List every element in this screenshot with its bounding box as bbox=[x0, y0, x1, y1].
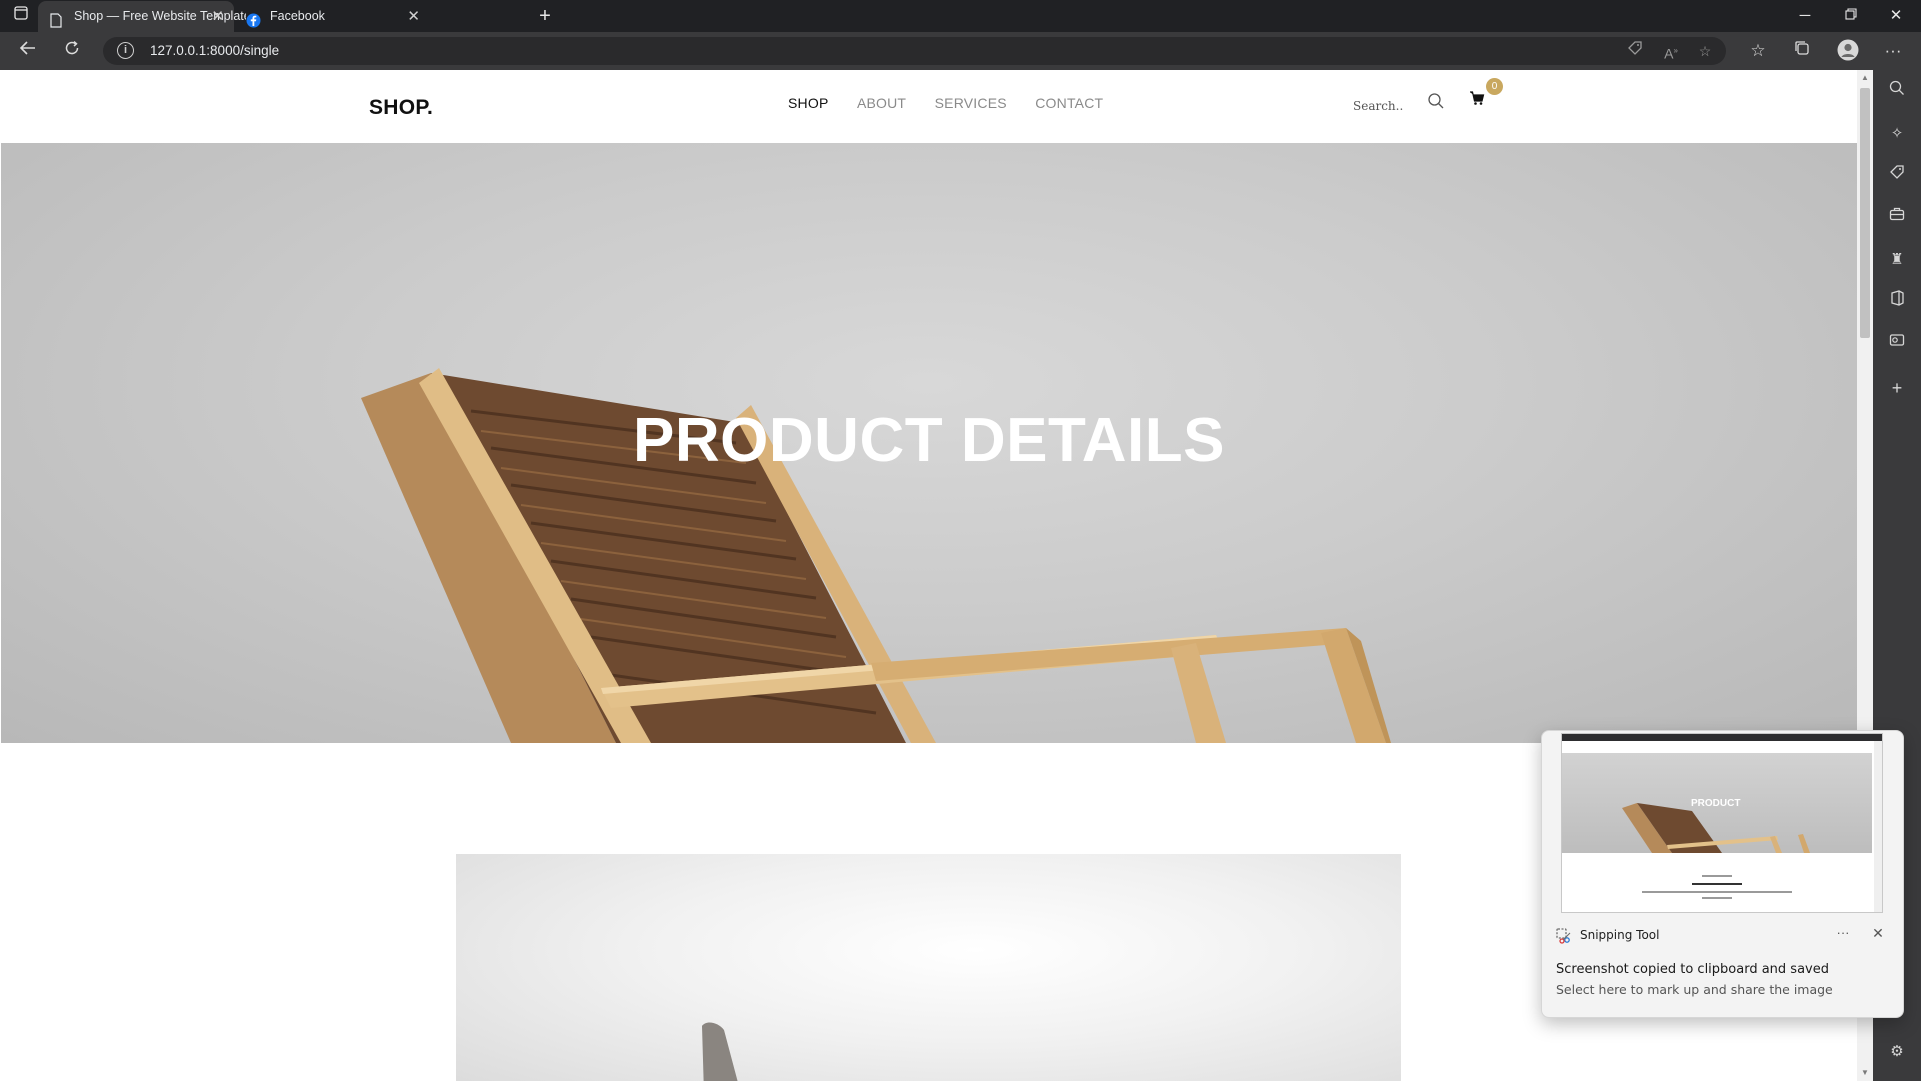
toast-message: Screenshot copied to clipboard and saved bbox=[1556, 962, 1829, 977]
browser-window: Shop — Free Website Template, ✕ Facebook… bbox=[0, 0, 1921, 1081]
refresh-icon[interactable] bbox=[58, 39, 86, 63]
thumbnail-text-line bbox=[1692, 883, 1742, 885]
more-icon[interactable]: ··· bbox=[1879, 39, 1907, 63]
office-icon[interactable] bbox=[1885, 290, 1909, 314]
screenshot-thumbnail[interactable]: PRODUCT bbox=[1561, 733, 1883, 913]
scroll-down-icon[interactable]: ▼ bbox=[1857, 1065, 1873, 1081]
minimize-icon[interactable]: ─ bbox=[1788, 4, 1822, 28]
games-icon[interactable]: ♜ bbox=[1885, 248, 1909, 272]
tab-actions-icon[interactable] bbox=[4, 4, 38, 28]
search-input[interactable] bbox=[1353, 96, 1433, 116]
main-nav: SHOP ABOUT SERVICES CONTACT bbox=[788, 95, 1127, 115]
new-tab-button[interactable]: + bbox=[528, 4, 562, 28]
nav-shop[interactable]: SHOP bbox=[788, 95, 828, 111]
close-icon[interactable]: ✕ bbox=[211, 1, 224, 32]
shopping-icon[interactable] bbox=[1623, 40, 1647, 62]
favorite-icon[interactable]: ☆ bbox=[1693, 40, 1717, 62]
sparkle-icon[interactable]: ✧ bbox=[1885, 122, 1909, 146]
favorites-icon[interactable]: ☆ bbox=[1744, 39, 1772, 63]
nav-about[interactable]: ABOUT bbox=[857, 95, 906, 111]
toast-more-button[interactable]: ··· bbox=[1832, 925, 1854, 945]
site-header: SHOP. SHOP ABOUT SERVICES CONTACT 0 bbox=[1, 70, 1857, 143]
search-icon[interactable] bbox=[1427, 92, 1449, 114]
thumbnail-scrollbar bbox=[1874, 741, 1882, 912]
thumbnail-title: PRODUCT bbox=[1691, 798, 1741, 809]
url-text[interactable]: 127.0.0.1:8000/single bbox=[150, 37, 279, 65]
hero-title: PRODUCT DETAILS bbox=[633, 406, 1225, 475]
tag-icon[interactable] bbox=[1885, 164, 1909, 188]
thumbnail-browser-bar bbox=[1562, 734, 1882, 741]
briefcase-icon[interactable] bbox=[1885, 206, 1909, 230]
tab-strip: Shop — Free Website Template, ✕ Facebook… bbox=[0, 0, 1921, 32]
page-icon bbox=[50, 9, 64, 28]
close-icon[interactable]: ✕ bbox=[407, 1, 420, 32]
profile-icon[interactable] bbox=[1834, 39, 1862, 63]
window-close-icon[interactable]: ✕ bbox=[1879, 4, 1913, 28]
thumbnail-text-line bbox=[1702, 897, 1732, 899]
read-aloud-icon[interactable]: A» bbox=[1659, 40, 1683, 62]
cart-count-badge: 0 bbox=[1486, 78, 1503, 95]
nav-contact[interactable]: CONTACT bbox=[1035, 95, 1103, 111]
tab-facebook[interactable]: Facebook ✕ bbox=[234, 1, 430, 32]
tab-shop[interactable]: Shop — Free Website Template, ✕ bbox=[38, 1, 246, 32]
site-logo[interactable]: SHOP. bbox=[369, 96, 433, 120]
browser-toolbar: i 127.0.0.1:8000/single A» ☆ ☆ ··· bbox=[0, 32, 1921, 70]
info-icon[interactable]: i bbox=[117, 42, 134, 59]
tab-title: Facebook bbox=[270, 9, 325, 23]
snipping-tool-notification[interactable]: PRODUCT Snipping Tool ··· ✕ Screenshot c… bbox=[1541, 730, 1904, 1018]
restore-icon[interactable] bbox=[1834, 4, 1868, 28]
add-icon[interactable]: + bbox=[1885, 376, 1909, 400]
thumbnail-text-line bbox=[1642, 891, 1792, 893]
address-bar[interactable]: i 127.0.0.1:8000/single A» ☆ bbox=[103, 37, 1726, 65]
toast-sub-message: Select here to mark up and share the ima… bbox=[1556, 982, 1833, 997]
search-icon[interactable] bbox=[1885, 80, 1909, 104]
outlook-icon[interactable] bbox=[1885, 332, 1909, 356]
nav-services[interactable]: SERVICES bbox=[935, 95, 1007, 111]
settings-icon[interactable]: ⚙ bbox=[1885, 1040, 1909, 1064]
snipping-tool-icon bbox=[1556, 928, 1572, 944]
facebook-icon bbox=[246, 9, 261, 28]
toast-close-icon[interactable]: ✕ bbox=[1867, 925, 1889, 945]
thumbnail-hero: PRODUCT bbox=[1562, 753, 1872, 853]
collections-icon[interactable] bbox=[1788, 39, 1816, 63]
scrollbar-thumb[interactable] bbox=[1860, 88, 1870, 338]
product-image bbox=[456, 854, 1401, 1081]
hero-banner: PRODUCT DETAILS bbox=[1, 143, 1857, 743]
toast-app-name: Snipping Tool bbox=[1580, 928, 1660, 942]
thumbnail-header bbox=[1562, 741, 1882, 753]
thumbnail-text-line bbox=[1702, 875, 1732, 877]
product-photo bbox=[702, 1022, 738, 1081]
back-icon[interactable] bbox=[14, 39, 42, 63]
scroll-up-icon[interactable]: ▲ bbox=[1857, 70, 1873, 86]
